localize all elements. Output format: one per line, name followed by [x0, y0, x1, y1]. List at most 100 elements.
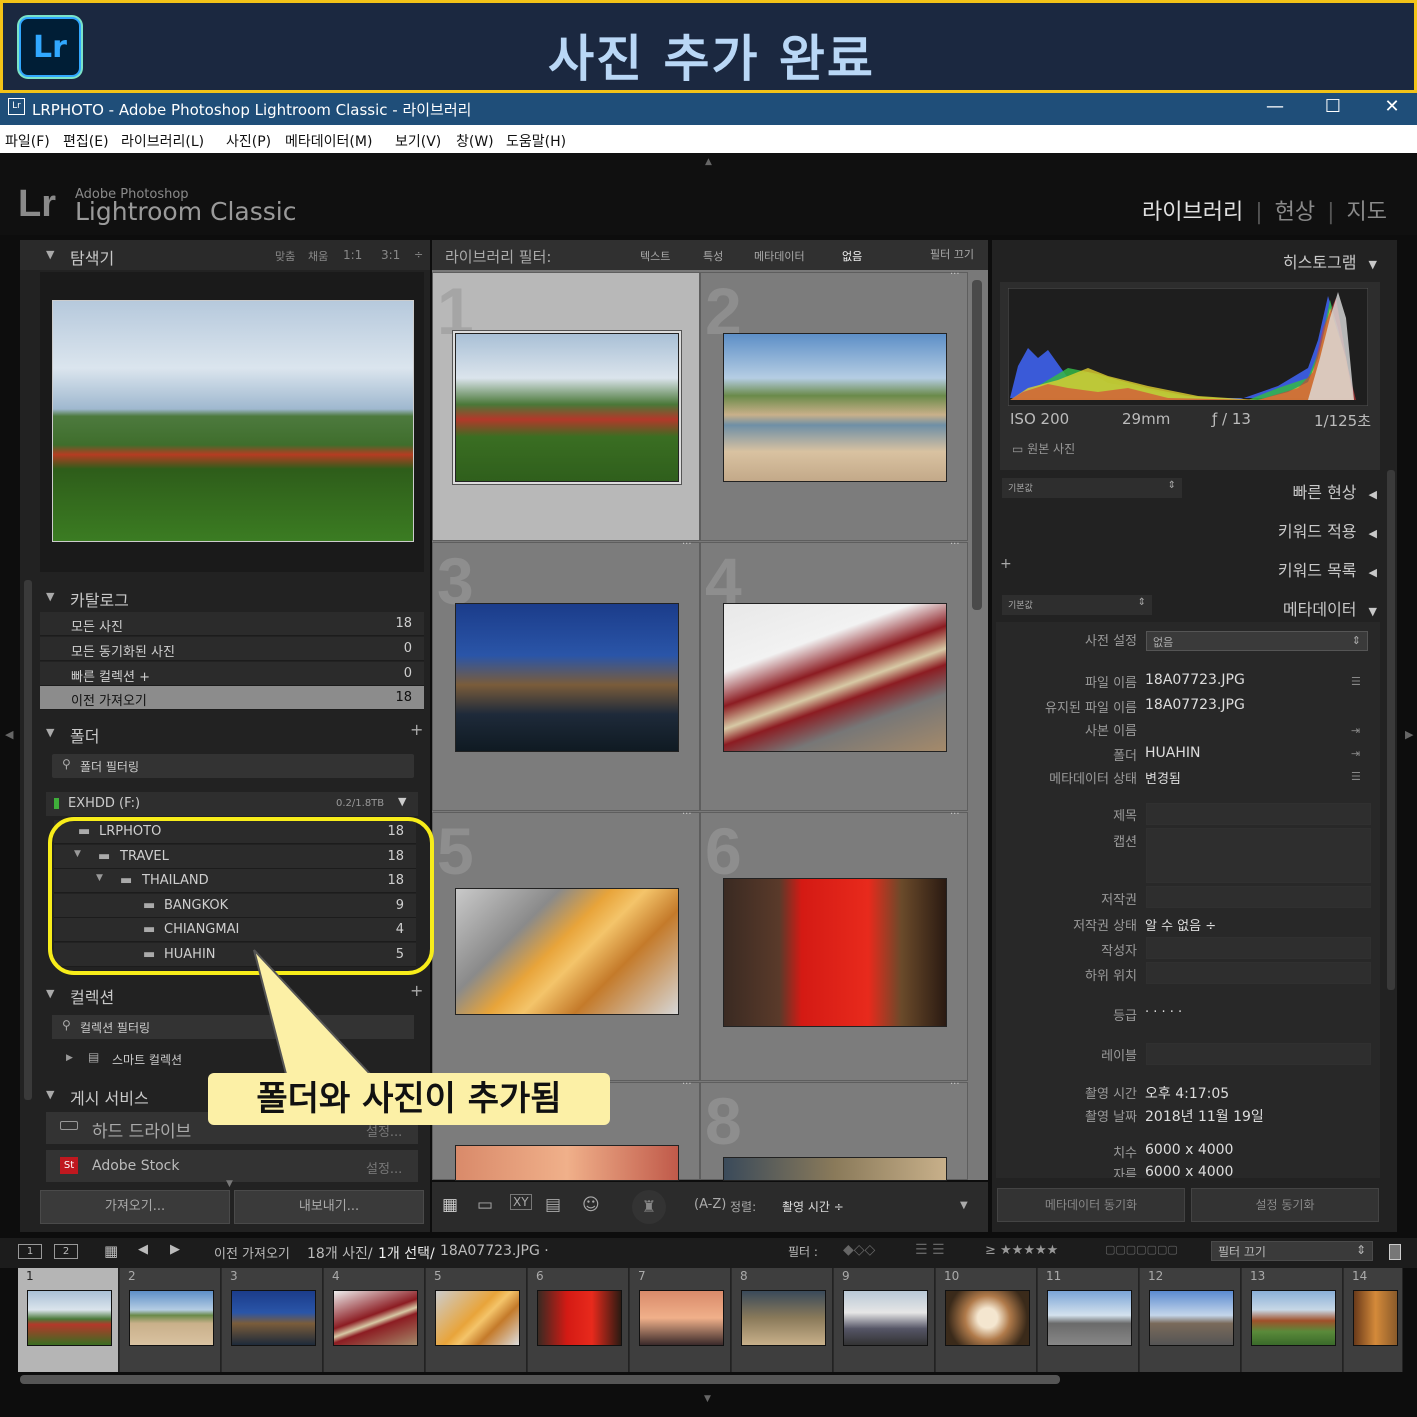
filmstrip-cell[interactable]: 9	[834, 1268, 935, 1372]
catalog-header[interactable]: ▼ 카탈로그	[20, 582, 430, 612]
grid-cell[interactable]: 5 ···	[432, 809, 700, 1081]
left-scrollbar[interactable]	[24, 580, 32, 1100]
publish-adobe-stock[interactable]: St Adobe Stock 설정...	[46, 1150, 418, 1182]
selected-file[interactable]: 18A07723.JPG ·	[440, 1243, 549, 1259]
zoom-1-1[interactable]: 1:1	[343, 248, 362, 262]
drive-menu-icon[interactable]: ▼	[398, 795, 406, 808]
collapse-top-icon[interactable]: ▲	[705, 157, 712, 167]
catalog-previous-import[interactable]: 이전 가져오기 18	[40, 686, 424, 710]
sort-direction-icon[interactable]: (A-Z)	[694, 1197, 726, 1212]
menu-help[interactable]: 도움말(H)	[506, 131, 566, 151]
grid-scrollbar[interactable]	[972, 280, 982, 610]
navigator-preview-image[interactable]	[52, 300, 414, 542]
module-map[interactable]: 지도	[1347, 200, 1387, 225]
filmstrip-cell[interactable]: 10	[936, 1268, 1037, 1372]
zoom-arrows-icon[interactable]: ÷	[414, 248, 423, 261]
filmstrip-cell[interactable]: 11	[1038, 1268, 1139, 1372]
go-to-folder-icon[interactable]: ⇥	[1351, 747, 1360, 760]
original-photo-toggle[interactable]: ▭ 원본 사진	[1012, 440, 1075, 457]
metadata-header[interactable]: 메타데이터 ▼	[1283, 596, 1377, 620]
filter-none[interactable]: 없음	[842, 248, 862, 264]
cell-menu-icon[interactable]: ···	[950, 269, 960, 280]
people-view-icon[interactable]: ☺	[582, 1195, 600, 1215]
filmstrip-scrollbar[interactable]	[20, 1375, 1060, 1384]
minimize-button[interactable]: —	[1255, 96, 1295, 117]
forward-icon[interactable]: ▶	[170, 1242, 180, 1257]
filmstrip-cell[interactable]: 5	[426, 1268, 527, 1372]
module-library[interactable]: 라이브러리	[1142, 200, 1243, 225]
zoom-3-1[interactable]: 3:1	[381, 248, 400, 262]
compare-view-icon[interactable]: XY	[510, 1194, 532, 1210]
import-button[interactable]: 가져오기...	[40, 1190, 230, 1224]
grid-cell[interactable]: 1	[432, 272, 700, 541]
add-collection-icon[interactable]: +	[410, 981, 423, 1000]
photo-thumbnail[interactable]	[723, 1157, 947, 1181]
zoom-fit[interactable]: 맞춤	[275, 248, 295, 264]
photo-thumbnail[interactable]	[455, 333, 679, 482]
collapse-filmstrip-icon[interactable]: ▼	[704, 1394, 711, 1404]
keyword-apply-header[interactable]: 키워드 적용 ◀	[1278, 518, 1377, 542]
add-folder-icon[interactable]: +	[410, 720, 423, 739]
list-icon[interactable]: ☰	[1351, 675, 1361, 688]
cell-menu-icon[interactable]: ···	[950, 539, 960, 550]
menu-window[interactable]: 창(W)	[456, 131, 494, 151]
filmstrip-cell[interactable]: 14	[1344, 1268, 1403, 1372]
cell-menu-icon[interactable]: ···	[682, 539, 692, 550]
sort-select[interactable]: 촬영 시간 ÷	[782, 1198, 844, 1215]
folder-filter-input[interactable]: ⚲ 폴더 필터링	[52, 754, 414, 778]
metadata-preset[interactable]: 기본값 ⇕	[1002, 595, 1152, 615]
go-to-icon[interactable]: ⇥	[1351, 724, 1360, 737]
photo-thumbnail[interactable]	[455, 603, 679, 752]
close-button[interactable]: ✕	[1372, 96, 1412, 117]
cell-menu-icon[interactable]: ···	[682, 809, 692, 820]
filmstrip-cell[interactable]: 12	[1140, 1268, 1241, 1372]
cell-menu-icon[interactable]: ···	[682, 1079, 692, 1090]
photo-thumbnail[interactable]	[455, 888, 679, 1015]
painter-icon[interactable]: ♜	[632, 1190, 666, 1224]
metadata-preset-select[interactable]: 없음 ⇕	[1146, 631, 1368, 651]
expand-icon[interactable]: ▶	[66, 1053, 73, 1063]
export-button[interactable]: 내보내기...	[234, 1190, 424, 1224]
filmstrip-cell[interactable]: 1	[18, 1268, 119, 1372]
catalog-synced-photos[interactable]: 모든 동기화된 사진 0	[40, 637, 424, 661]
filmstrip-cell[interactable]: 7	[630, 1268, 731, 1372]
survey-view-icon[interactable]: ▤	[545, 1195, 561, 1215]
grid-cell[interactable]: 3 ···	[432, 539, 700, 811]
cell-menu-icon[interactable]: ···	[950, 809, 960, 820]
photo-thumbnail[interactable]	[723, 603, 947, 752]
menu-view[interactable]: 보기(V)	[395, 131, 441, 151]
color-label-filter[interactable]: ▢▢▢▢▢▢▢	[1105, 1243, 1178, 1256]
filmstrip-cell[interactable]: 3	[222, 1268, 323, 1372]
quick-develop-header[interactable]: 빠른 현상 ◀	[1293, 479, 1377, 503]
filter-preset-select[interactable]: 필터 끄기 ⇕	[1211, 1241, 1373, 1261]
loupe-view-icon[interactable]: ▭	[477, 1195, 493, 1215]
status-list-icon[interactable]: ☰	[1351, 770, 1361, 783]
menu-library[interactable]: 라이브러리(L)	[121, 131, 204, 151]
grid-cell[interactable]: 2 ···	[700, 269, 968, 541]
sync-settings-button[interactable]: 설정 동기화	[1191, 1188, 1379, 1222]
filmstrip-cell[interactable]: 4	[324, 1268, 425, 1372]
filmstrip-cell[interactable]: 13	[1242, 1268, 1343, 1372]
histogram-header[interactable]: 히스토그램 ▼	[1283, 249, 1377, 273]
module-develop[interactable]: 현상	[1275, 200, 1315, 225]
filmstrip-cell[interactable]: 2	[120, 1268, 221, 1372]
stock-settings-button[interactable]: 설정...	[366, 1158, 402, 1177]
quick-develop-preset[interactable]: 기본값 ⇕	[1002, 478, 1182, 498]
filter-text[interactable]: 텍스트	[640, 248, 670, 264]
back-icon[interactable]: ◀	[138, 1242, 148, 1257]
edit-filter-icon[interactable]: ☰ ☰	[915, 1242, 945, 1258]
photo-thumbnail[interactable]	[455, 1145, 679, 1181]
secondary-window-button[interactable]: 2	[54, 1244, 78, 1259]
photo-thumbnail[interactable]	[723, 333, 947, 482]
collapse-bottom-icon[interactable]: ▼	[226, 1179, 233, 1189]
filmstrip-cell[interactable]: 6	[528, 1268, 629, 1372]
folders-header[interactable]: ▼ 폴더 +	[20, 718, 430, 748]
filmstrip-source[interactable]: 이전 가져오기	[214, 1243, 290, 1262]
filmstrip-cell[interactable]: 8	[732, 1268, 833, 1372]
primary-window-button[interactable]: 1	[18, 1244, 42, 1259]
keyword-list-header[interactable]: 키워드 목록 ◀	[1278, 557, 1377, 581]
toolbar-menu-icon[interactable]: ▼	[960, 1200, 968, 1211]
filter-lock-icon[interactable]	[1389, 1244, 1401, 1260]
navigator-header[interactable]: ▼ 탐색기 맞춤 채움 1:1 3:1 ÷	[20, 240, 430, 270]
grid-cell[interactable]: 6 ···	[700, 809, 968, 1081]
